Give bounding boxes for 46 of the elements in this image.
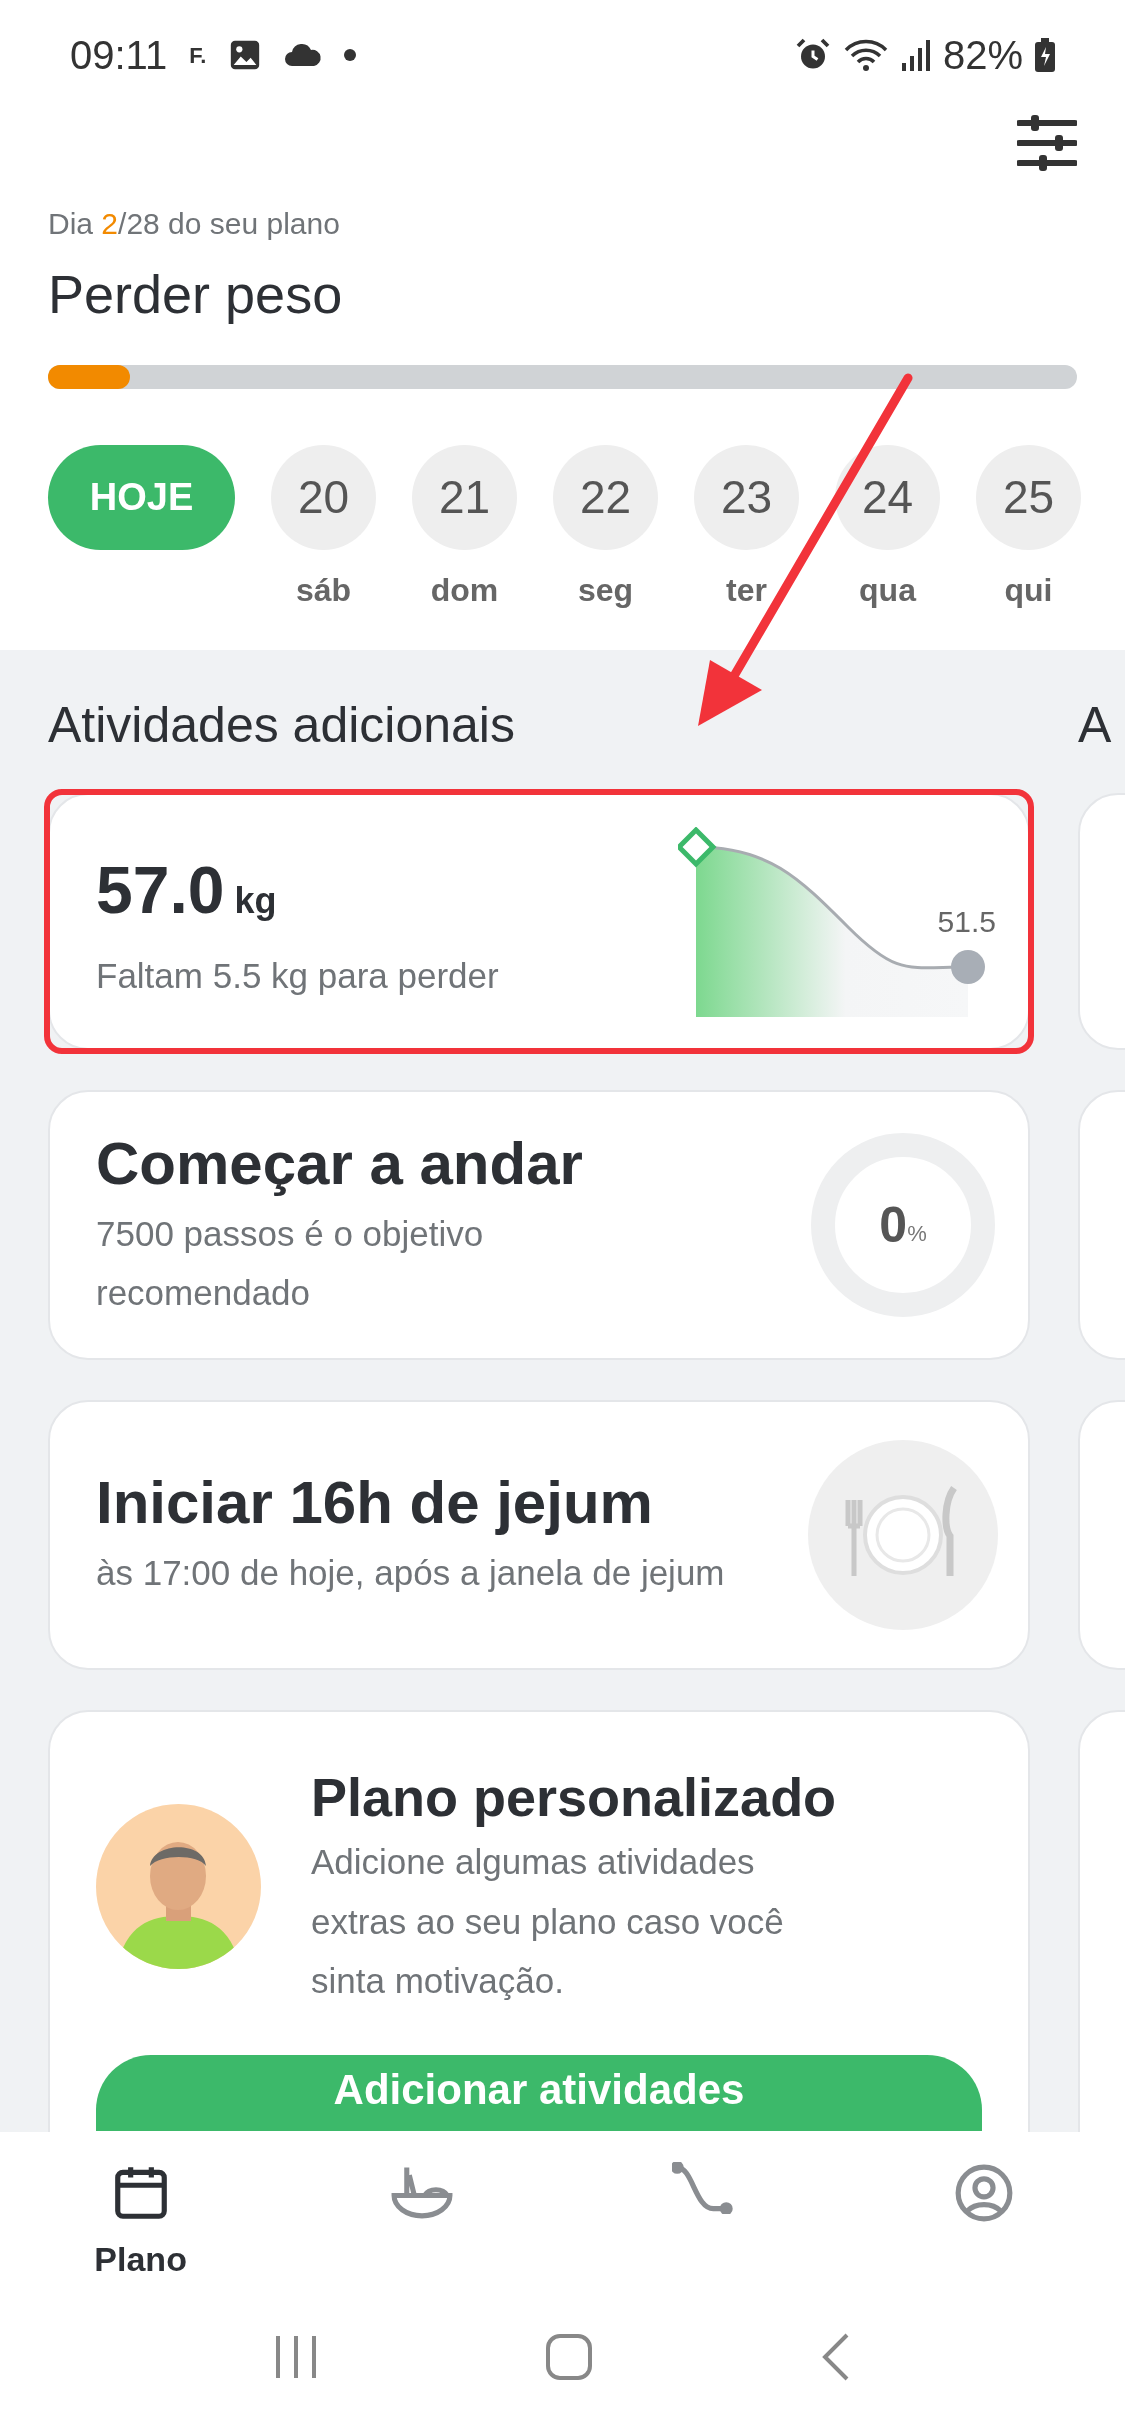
back-icon[interactable] (820, 2333, 851, 2381)
weekday-label: qui (1004, 571, 1053, 610)
card-subtitle: às 17:00 de hoje, após a janela de jejum (96, 1552, 726, 1595)
weekday-label: qua (859, 571, 916, 610)
section-title: A (1078, 698, 1113, 753)
dot-icon (344, 49, 357, 61)
weekday-label: sáb (295, 571, 352, 610)
weight-unit: kg (234, 878, 277, 923)
battery-icon (1035, 38, 1055, 72)
weekday-label: seg (577, 571, 634, 610)
day-button[interactable]: 20 (271, 445, 376, 550)
nav-tab[interactable]: Plano (60, 2162, 221, 2285)
card-subtitle: 7500 passos é o objetivo recomendado (96, 1212, 485, 1314)
home-icon[interactable] (546, 2334, 593, 2380)
battery-percent: 82% (942, 32, 1023, 79)
status-time: 09:11 (70, 32, 168, 79)
weight-value: 57.0 (96, 851, 225, 929)
day-button[interactable]: 24 (835, 445, 940, 550)
cloud-icon (284, 42, 323, 68)
notification-text: F. (189, 41, 207, 70)
target-weight-label: 51.5 (937, 903, 996, 940)
section-title: Atividades adicionais (48, 698, 516, 753)
card-subtitle: Adicione algumas atividades extras ao seu plano caso você sinta motivação. (311, 1841, 785, 2003)
weight-card[interactable]: 57.0 kg Faltam 5.5 kg para perder 51.5 (48, 793, 1030, 1050)
percent-unit: % (907, 1219, 927, 1248)
plan-day-text: Dia 2/28 do seu plano (48, 206, 341, 242)
plate-cutlery-icon (808, 1440, 998, 1630)
card-title: Plano personalizado (311, 1766, 837, 1829)
card-title: Começar a andar (96, 1128, 584, 1199)
day-button[interactable]: 25 (976, 445, 1081, 550)
weekday-label: dom (430, 571, 499, 610)
day-button[interactable]: 21 (412, 445, 517, 550)
settings-sliders-icon[interactable] (1017, 115, 1077, 171)
fasting-card[interactable]: Iniciar 16h de jejum às 17:00 de hoje, após a janela de jejum (48, 1400, 1030, 1670)
day-button[interactable]: 23 (694, 445, 799, 550)
plan-title: Perder peso (48, 263, 344, 326)
recent-apps-icon[interactable] (274, 2334, 319, 2380)
percent-value: 0 (879, 1195, 908, 1255)
signal-icon (900, 39, 931, 71)
curve-icon (672, 2162, 735, 2214)
weekday-label: ter (726, 571, 767, 610)
weight-remaining-text: Faltam 5.5 kg para perder (96, 954, 499, 997)
day-button[interactable]: 22 (553, 445, 658, 550)
card-title: Iniciar 16h de jejum (96, 1468, 654, 1539)
walking-card[interactable]: Começar a andar 7500 passos é o objetivo recomendado 0% (48, 1090, 1030, 1360)
wifi-icon (842, 38, 889, 72)
